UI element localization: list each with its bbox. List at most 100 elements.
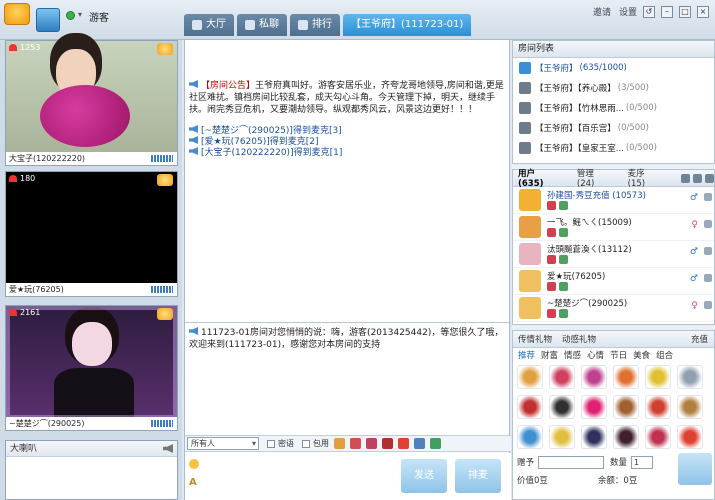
status-dropdown-icon[interactable]: ▾ [78, 10, 82, 19]
online-status-icon[interactable] [66, 11, 75, 20]
send-gift-button[interactable] [678, 453, 712, 485]
invite-link[interactable]: 邀请 [593, 5, 611, 18]
gift-item-icon[interactable] [677, 425, 703, 449]
smiley-icon[interactable] [189, 459, 199, 469]
tab-current-room[interactable]: 【王爷府】(111723-01) [343, 14, 472, 36]
message-input[interactable]: A 发送 排麦 [185, 453, 511, 500]
room-item[interactable]: 【王爷府】【竹林思雨... (0/500) [513, 98, 714, 118]
screenshot-icon[interactable] [414, 438, 425, 449]
user-row[interactable]: ~楚楚ジ⌒(290025) ♀ [513, 295, 714, 322]
balance-label: 余额：0豆 [597, 476, 638, 486]
gift-item-icon[interactable] [517, 365, 543, 389]
search-user-icon[interactable] [681, 173, 691, 183]
gift-item-icon[interactable] [613, 365, 639, 389]
gift-item-icon[interactable] [677, 395, 703, 419]
volume-meter [151, 286, 173, 293]
gift-category[interactable]: 财富 [541, 349, 558, 361]
chat-divider[interactable] [185, 322, 511, 323]
video-icon[interactable] [704, 220, 712, 228]
color-icon[interactable] [430, 438, 441, 449]
quantity-input[interactable]: 1 [631, 455, 654, 469]
gift-category[interactable]: 美食 [633, 349, 650, 361]
tab-admins[interactable]: 管理 (24) [577, 167, 614, 189]
send-button[interactable]: 发送 [401, 459, 447, 493]
home-icon [519, 62, 531, 74]
gift-category[interactable]: 组合 [656, 349, 673, 361]
room-item[interactable]: 【王爷府】【养心殿】 (3/500) [513, 78, 714, 98]
gift-item-icon[interactable] [549, 395, 575, 419]
gift-item-icon[interactable] [549, 365, 575, 389]
flower-icon[interactable] [366, 438, 377, 449]
room-list-title: 房间列表 [513, 41, 714, 58]
gift-category[interactable]: 情感 [564, 349, 581, 361]
gift-item-icon[interactable] [581, 365, 607, 389]
gift-item-icon[interactable] [613, 425, 639, 449]
font-icon[interactable]: A [189, 477, 197, 488]
rank-icon [547, 309, 556, 318]
gift-item-icon[interactable] [549, 425, 575, 449]
minimize-icon[interactable]: – [661, 5, 673, 18]
heart-icon [9, 175, 17, 182]
gift-category[interactable]: 推荐 [518, 349, 535, 361]
room-item[interactable]: 【王爷府】 (635/1000) [513, 58, 714, 78]
heart-icon [9, 44, 17, 51]
system-message: [大宝子(120222220)]得到麦克[1] [189, 147, 342, 159]
tab-lobby[interactable]: 大厅 [184, 14, 234, 36]
recipient-select[interactable] [538, 455, 605, 469]
gender-icon: ♂ [689, 274, 698, 284]
gift-send-area: 赠予 数量 1 价值0豆 余额：0豆 [517, 453, 712, 489]
close-icon[interactable]: × [697, 5, 709, 18]
diamond-icon[interactable] [398, 438, 409, 449]
tab-gifts-love[interactable]: 传情礼物 [518, 333, 552, 345]
maximize-icon[interactable]: □ [679, 5, 691, 18]
video-icon[interactable] [704, 247, 712, 255]
gift-category[interactable]: 节日 [610, 349, 627, 361]
tab-users[interactable]: 用户 (635) [518, 167, 563, 189]
gift-item-icon[interactable] [613, 395, 639, 419]
video-icon[interactable] [704, 301, 712, 309]
user-row[interactable]: 爱★玩(76205) ♂ [513, 268, 714, 295]
level-badge-icon [157, 174, 173, 186]
emotion-icon[interactable] [350, 438, 361, 449]
video-panel-2[interactable]: 180 爱★玩(76205) [5, 171, 178, 297]
user-menu-icon[interactable] [705, 173, 714, 183]
user-row[interactable]: 孙建国-秀豆充值 (10573) ♂ [513, 187, 714, 214]
level-badge-icon [157, 43, 173, 55]
gift-item-icon[interactable] [645, 395, 671, 419]
gift-category[interactable]: 心情 [587, 349, 604, 361]
gift-item-icon[interactable] [581, 425, 607, 449]
video-panel-3[interactable]: 2161 ~楚楚ジ⌒(290025) [5, 305, 178, 431]
tab-gifts-animated[interactable]: 动感礼物 [562, 333, 596, 345]
car-icon[interactable] [382, 438, 393, 449]
refresh-icon[interactable] [693, 173, 703, 183]
room-item[interactable]: 【王爷府】【皇家王室... (0/500) [513, 138, 714, 158]
video-icon[interactable] [704, 193, 712, 201]
settings-link[interactable]: 设置 [619, 5, 637, 18]
gift-item-icon[interactable] [517, 425, 543, 449]
target-select[interactable]: 所有人 [187, 437, 259, 450]
user-avatar[interactable] [36, 8, 60, 32]
user-row[interactable]: 一飞。鳐ㄟㄑ(15009) ♀ [513, 214, 714, 241]
user-avatar [519, 297, 541, 319]
secret-checkbox[interactable]: 密语 [267, 438, 294, 449]
gift-item-icon[interactable] [645, 425, 671, 449]
video-icon[interactable] [704, 274, 712, 282]
user-row[interactable]: 汰頭飈蒼渙ㄑ(13112) ♂ [513, 241, 714, 268]
tab-private-chat[interactable]: 私聊 [237, 14, 287, 36]
video-panel-1[interactable]: 1253 大宝子(120222220) [5, 40, 178, 166]
user-avatar [519, 216, 541, 238]
wrap-checkbox[interactable]: 包用 [302, 438, 329, 449]
gift-icon[interactable] [334, 438, 345, 449]
tab-ranking[interactable]: 排行 [290, 14, 340, 36]
tab-mic-queue[interactable]: 麦序 (15) [628, 167, 665, 189]
gift-item-icon[interactable] [517, 395, 543, 419]
recharge-link[interactable]: 充值 [691, 333, 708, 345]
gift-item-icon[interactable] [645, 365, 671, 389]
queue-mic-button[interactable]: 排麦 [455, 459, 501, 493]
gift-item-icon[interactable] [677, 365, 703, 389]
room-item[interactable]: 【王爷府】【百乐宫】 (0/500) [513, 118, 714, 138]
restore-icon[interactable]: ↺ [643, 5, 655, 18]
role-icon [559, 228, 568, 237]
user-name: ~楚楚ジ⌒(290025) [547, 299, 628, 309]
gift-item-icon[interactable] [581, 395, 607, 419]
